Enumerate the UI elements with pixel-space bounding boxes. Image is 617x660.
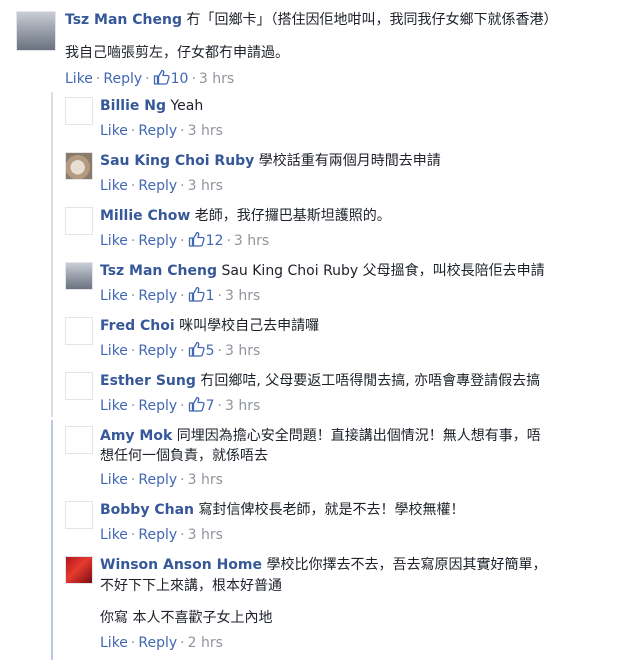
- commenter-name[interactable]: Billie Ng: [100, 98, 166, 114]
- like-link[interactable]: Like: [100, 178, 128, 194]
- timestamp[interactable]: 3 hrs: [225, 343, 260, 359]
- commenter-name[interactable]: Amy Mok: [100, 428, 172, 444]
- like-count[interactable]: 7: [206, 398, 215, 414]
- reply-link[interactable]: Reply: [138, 527, 177, 543]
- commenter-name[interactable]: Millie Chow: [100, 208, 190, 224]
- comment-text-line2: 想任何一個負責，就係唔去: [100, 448, 268, 464]
- timestamp[interactable]: 3 hrs: [188, 123, 223, 139]
- comment-text: 同埋因為擔心安全問題！直接講出個情況！無人想有事，唔: [176, 428, 541, 444]
- reply-link[interactable]: Reply: [138, 635, 177, 651]
- avatar[interactable]: [65, 207, 93, 235]
- thumbs-up-icon[interactable]: [153, 69, 170, 85]
- comment-actions: Like · Reply · 10 · 3 hrs: [65, 69, 235, 87]
- timestamp[interactable]: 2 hrs: [188, 635, 223, 651]
- like-link[interactable]: Like: [100, 288, 128, 304]
- comment-text: 學校話重有兩個月時間去申請: [258, 153, 441, 169]
- like-link[interactable]: Like: [100, 398, 128, 414]
- comment-text-line2: 不好下下上來講，根本好普通: [100, 578, 282, 594]
- reply-link[interactable]: Reply: [138, 233, 177, 249]
- commenter-name[interactable]: Esther Sung: [100, 373, 196, 389]
- reply-link[interactable]: Reply: [138, 123, 177, 139]
- timestamp[interactable]: 3 hrs: [234, 233, 269, 249]
- like-link[interactable]: Like: [100, 527, 128, 543]
- timestamp[interactable]: 3 hrs: [225, 398, 260, 414]
- comment-actions: Like · Reply · 1 · 3 hrs: [100, 286, 261, 304]
- comment-text-line2: 我自己嚙張剪左，仔女都冇申請過。: [65, 45, 289, 61]
- comment-text: 咪叫學校自己去申請囉: [179, 318, 320, 334]
- like-link[interactable]: Like: [65, 71, 93, 87]
- thread-line: [51, 92, 53, 417]
- commenter-name[interactable]: Tsz Man Cheng: [100, 263, 217, 279]
- timestamp[interactable]: 3 hrs: [188, 472, 223, 488]
- comment-actions: Like · Reply · 3 hrs: [100, 123, 223, 139]
- reply-link[interactable]: Reply: [138, 288, 177, 304]
- thread-line-active: [51, 420, 53, 660]
- reply-link[interactable]: Reply: [138, 472, 177, 488]
- thumbs-up-icon[interactable]: [188, 341, 205, 357]
- thumbs-up-icon[interactable]: [188, 396, 205, 412]
- avatar[interactable]: [65, 262, 93, 290]
- avatar[interactable]: [65, 501, 93, 529]
- comment-text-line3: 你寫 本人不喜歡子女上內地: [100, 610, 273, 626]
- timestamp[interactable]: 3 hrs: [199, 71, 234, 87]
- comment-actions: Like · Reply · 3 hrs: [100, 472, 223, 488]
- comment-text: 寫封信俾校長老師，就是不去！學校無權！: [198, 502, 465, 518]
- reply-link[interactable]: Reply: [103, 71, 142, 87]
- comment-text: 冇「回鄉卡」（搭住因佢地咁叫，我同我仔女鄉下就係香港）: [186, 12, 558, 28]
- like-link[interactable]: Like: [100, 472, 128, 488]
- reply-link[interactable]: Reply: [138, 343, 177, 359]
- comment-text: 學校比你擇去不去，吾去寫原因其實好簡單，: [266, 557, 547, 573]
- like-link[interactable]: Like: [100, 343, 128, 359]
- comment-text: Yeah: [170, 98, 204, 114]
- thumbs-up-icon[interactable]: [188, 231, 205, 247]
- avatar[interactable]: [65, 426, 93, 454]
- comment-actions: Like · Reply · 5 · 3 hrs: [100, 341, 261, 359]
- commenter-name[interactable]: Bobby Chan: [100, 502, 194, 518]
- comment-text: Sau King Choi Ruby 父母搵食，叫校長陪佢去申請: [221, 263, 545, 279]
- like-count[interactable]: 5: [206, 343, 215, 359]
- commenter-name[interactable]: Fred Choi: [100, 318, 175, 334]
- like-link[interactable]: Like: [100, 635, 128, 651]
- like-link[interactable]: Like: [100, 233, 128, 249]
- commenter-name[interactable]: Winson Anson Home: [100, 557, 262, 573]
- comment-actions: Like · Reply · 3 hrs: [100, 527, 223, 543]
- timestamp[interactable]: 3 hrs: [188, 527, 223, 543]
- comment-text: 老師，我仔攞巴基斯坦護照的。: [194, 208, 391, 224]
- avatar[interactable]: [65, 317, 93, 345]
- comment-actions: Like · Reply · 2 hrs: [100, 635, 223, 651]
- avatar[interactable]: [65, 372, 93, 400]
- comment-actions: Like · Reply · 12 · 3 hrs: [100, 231, 270, 249]
- avatar[interactable]: [65, 97, 93, 125]
- like-count[interactable]: 1: [206, 288, 215, 304]
- avatar[interactable]: [65, 556, 93, 584]
- like-count[interactable]: 12: [206, 233, 224, 249]
- comment-actions: Like · Reply · 3 hrs: [100, 178, 223, 194]
- like-link[interactable]: Like: [100, 123, 128, 139]
- timestamp[interactable]: 3 hrs: [188, 178, 223, 194]
- reply-link[interactable]: Reply: [138, 398, 177, 414]
- like-count[interactable]: 10: [171, 71, 189, 87]
- avatar[interactable]: [65, 152, 93, 180]
- timestamp[interactable]: 3 hrs: [225, 288, 260, 304]
- commenter-name[interactable]: Sau King Choi Ruby: [100, 153, 254, 169]
- comment-actions: Like · Reply · 7 · 3 hrs: [100, 396, 261, 414]
- avatar[interactable]: [16, 11, 56, 51]
- reply-link[interactable]: Reply: [138, 178, 177, 194]
- commenter-name[interactable]: Tsz Man Cheng: [65, 12, 182, 28]
- comment-text: 冇回鄉咭, 父母要返工唔得閒去搞, 亦唔會專登請假去搞: [200, 373, 541, 389]
- thumbs-up-icon[interactable]: [188, 286, 205, 302]
